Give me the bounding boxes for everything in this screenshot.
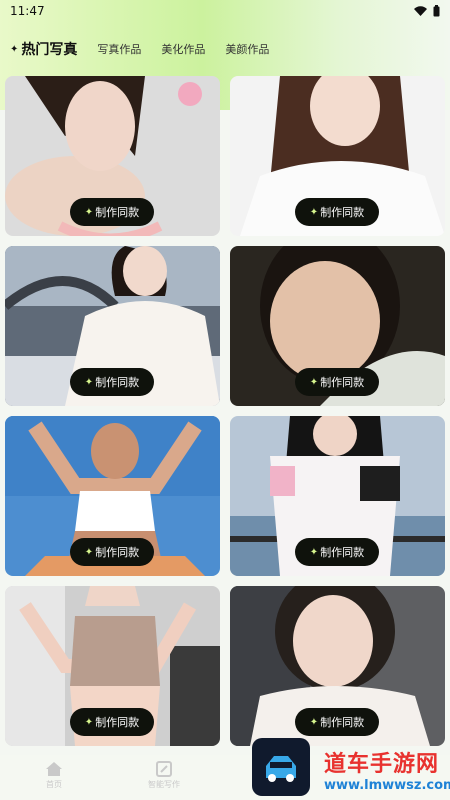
make-same-button[interactable]: ✦ 制作同款 — [295, 368, 379, 396]
photo-card[interactable]: ✦ 制作同款 — [230, 586, 445, 746]
home-icon — [46, 762, 62, 776]
sparkle-icon: ✦ — [309, 716, 319, 728]
sparkle-icon: ✦ — [84, 376, 94, 388]
photo-card[interactable]: ✦ 制作同款 — [5, 76, 220, 236]
status-time: 11:47 — [10, 4, 45, 18]
car-icon — [266, 756, 296, 782]
wifi-icon — [414, 6, 427, 16]
sparkle-icon: ✦ — [84, 716, 94, 728]
nav-home[interactable]: 首页 — [45, 761, 63, 790]
photo-card[interactable]: ✦ 制作同款 — [5, 246, 220, 406]
sparkle-icon: ✦ — [309, 376, 319, 388]
make-same-button[interactable]: ✦ 制作同款 — [295, 538, 379, 566]
status-bar: 11:47 — [0, 0, 450, 22]
button-label: 制作同款 — [320, 376, 365, 389]
photo-card[interactable]: ✦ 制作同款 — [5, 416, 220, 576]
make-same-button[interactable]: ✦ 制作同款 — [295, 198, 379, 226]
watermark-url: www.lmwwsz.com — [324, 778, 450, 793]
button-label: 制作同款 — [320, 716, 365, 729]
watermark-title: 道车手游网 — [324, 752, 440, 777]
sparkle-icon: ✦ — [309, 206, 319, 218]
sparkle-icon: ✦ — [84, 546, 94, 558]
photo-card[interactable]: ✦ 制作同款 — [5, 586, 220, 746]
button-label: 制作同款 — [95, 546, 140, 559]
button-label: 制作同款 — [320, 546, 365, 559]
edit-icon — [156, 761, 172, 777]
nav-smart-writing[interactable]: 智能写作 — [148, 761, 180, 790]
watermark: 道车手游网 www.lmwwsz.com — [250, 738, 450, 800]
make-same-button[interactable]: ✦ 制作同款 — [70, 368, 154, 396]
sparkle-icon: ✦ — [10, 43, 19, 55]
tab-beautify-works[interactable]: 美化作品 — [161, 41, 205, 57]
battery-icon — [433, 5, 440, 17]
tab-hot-photos[interactable]: ✦ 热门写真 — [10, 39, 77, 59]
nav-label: 首页 — [46, 780, 62, 789]
photo-card[interactable]: ✦ 制作同款 — [230, 416, 445, 576]
make-same-button[interactable]: ✦ 制作同款 — [70, 708, 154, 736]
tab-photo-works[interactable]: 写真作品 — [97, 41, 141, 57]
make-same-button[interactable]: ✦ 制作同款 — [70, 198, 154, 226]
button-label: 制作同款 — [95, 716, 140, 729]
tab-beauty-works[interactable]: 美颜作品 — [225, 41, 269, 57]
tab-label: 热门写真 — [21, 42, 78, 58]
sparkle-icon: ✦ — [84, 206, 94, 218]
category-tabs: ✦ 热门写真 写真作品 美化作品 美颜作品 — [0, 36, 450, 62]
make-same-button[interactable]: ✦ 制作同款 — [295, 708, 379, 736]
status-icons — [414, 5, 440, 17]
make-same-button[interactable]: ✦ 制作同款 — [70, 538, 154, 566]
watermark-logo — [252, 738, 310, 796]
button-label: 制作同款 — [95, 206, 140, 219]
button-label: 制作同款 — [320, 206, 365, 219]
button-label: 制作同款 — [95, 376, 140, 389]
sparkle-icon: ✦ — [309, 546, 319, 558]
nav-label: 智能写作 — [148, 780, 180, 789]
photo-card[interactable]: ✦ 制作同款 — [230, 76, 445, 236]
photo-card[interactable]: ✦ 制作同款 — [230, 246, 445, 406]
